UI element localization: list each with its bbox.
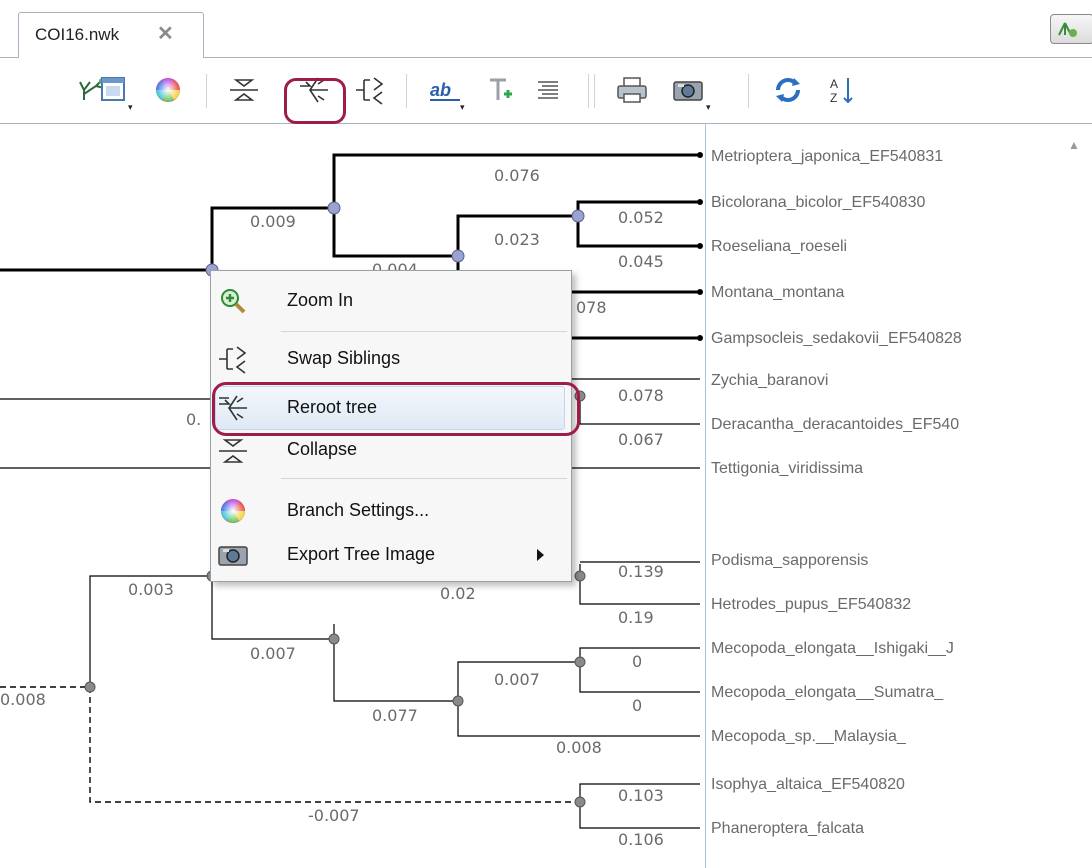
color-wheel-icon xyxy=(217,495,249,527)
menu-item-label: Branch Settings... xyxy=(287,500,430,520)
tab-coi16[interactable]: COI16.nwk ✕ xyxy=(18,12,204,58)
align-icon[interactable] xyxy=(530,72,566,108)
branch-length-label: 0.007 xyxy=(250,644,296,663)
leaf-label[interactable]: Montana_montana xyxy=(711,284,844,302)
branch xyxy=(333,639,458,702)
leaf-label[interactable]: Tettigonia_viridissima xyxy=(711,460,863,478)
leaf-label[interactable]: Isophya_altaica_EF540820 xyxy=(711,776,905,794)
branch-length-label: 0.008 xyxy=(0,690,46,709)
branch-length-label: 0.078 xyxy=(618,386,664,405)
tree-layout-icon xyxy=(1058,22,1077,37)
ab-labels-icon[interactable]: ab xyxy=(428,72,464,108)
branch-length-label: 0 xyxy=(632,652,643,671)
branch-length-label: 0. xyxy=(186,410,202,429)
menu-item-branch-settings[interactable]: Branch Settings... xyxy=(211,489,571,533)
leaf-label[interactable]: Mecopoda_sp.__Malaysia_ xyxy=(711,728,906,746)
menu-item-label: Swap Siblings xyxy=(287,348,401,368)
branch-length-label: 0.009 xyxy=(250,212,296,231)
submenu-arrow-icon xyxy=(537,549,544,561)
menu-item-label: Export Tree Image xyxy=(287,544,436,564)
branch-length-label: 0.008 xyxy=(556,738,602,757)
branch-length-label: 078 xyxy=(576,298,607,317)
branch-length-label: 0.045 xyxy=(618,252,664,271)
camera-icon[interactable] xyxy=(670,72,706,108)
tree-node xyxy=(574,656,586,668)
leaf-label[interactable]: Zychia_baranovi xyxy=(711,372,828,390)
tree-node xyxy=(574,570,586,582)
scroll-up-arrow[interactable]: ▲ xyxy=(1068,138,1080,152)
branch-length-label: 0.103 xyxy=(618,786,664,805)
branch-length-label: 0.003 xyxy=(128,580,174,599)
branch-length-label: -0.007 xyxy=(308,806,360,825)
tree-node xyxy=(571,209,585,223)
window-dropdown-icon[interactable] xyxy=(96,72,132,108)
camera-icon xyxy=(217,539,249,571)
leaf-guide-line xyxy=(705,124,706,868)
color-wheel-icon[interactable] xyxy=(150,72,186,108)
swap-siblings-icon xyxy=(217,343,249,375)
reroot-menu-highlight-box xyxy=(212,382,580,436)
dashed-branch xyxy=(89,687,580,803)
reroot-highlight-box xyxy=(284,78,346,124)
leaf-label[interactable]: Metrioptera_japonica_EF540831 xyxy=(711,148,943,166)
branch xyxy=(332,208,458,258)
leaf-label[interactable]: Mecopoda_elongata__Ishigaki__J xyxy=(711,640,954,658)
branch-length-label: 0.052 xyxy=(618,208,664,227)
menu-item-label: Collapse xyxy=(287,439,358,459)
leaf-label[interactable]: Gampsocleis_sedakovii_EF540828 xyxy=(711,330,962,348)
sort-az-icon[interactable]: AZ xyxy=(826,72,862,108)
leaf-label[interactable]: Podisma_sapporensis xyxy=(711,552,868,570)
leaf-label[interactable]: Roeseliana_roeseli xyxy=(711,238,847,256)
branch-length-label: 0.02 xyxy=(440,584,476,603)
branch-length-label: 0.139 xyxy=(618,562,664,581)
menu-item-zoom-in[interactable]: Zoom In xyxy=(211,279,571,323)
branch-length-label: 0.076 xyxy=(494,166,540,185)
branch-length-label: 0.19 xyxy=(618,608,654,627)
add-text-icon[interactable] xyxy=(484,72,520,108)
zoom-in-icon xyxy=(217,285,249,317)
tree-view-button[interactable] xyxy=(1050,14,1092,44)
tree-node xyxy=(451,249,465,263)
leaf-label[interactable]: Phaneroptera_falcata xyxy=(711,820,864,838)
svg-text:A: A xyxy=(830,77,838,91)
tab-bar: COI16.nwk ✕ xyxy=(0,0,1092,58)
leaf-label[interactable]: Bicolorana_bicolor_EF540830 xyxy=(711,194,925,212)
branch-length-label: 0.077 xyxy=(372,706,418,725)
tree-node xyxy=(574,796,586,808)
leaf-label[interactable]: Hetrodes_pupus_EF540832 xyxy=(711,596,911,614)
branch-length-label: 0.023 xyxy=(494,230,540,249)
swap-siblings-icon[interactable] xyxy=(352,72,388,108)
tree-node xyxy=(84,681,96,693)
branch-length-label: 0 xyxy=(632,696,643,715)
print-icon[interactable] xyxy=(614,72,650,108)
branch-length-label: 0.106 xyxy=(618,830,664,849)
menu-item-swap-siblings[interactable]: Swap Siblings xyxy=(211,337,571,381)
toolbar: ▾ ab ▾ ▾ AZ xyxy=(0,58,1092,124)
tab-title: COI16.nwk xyxy=(35,25,120,44)
leaf-label[interactable]: Deracantha_deracantoides_EF540 xyxy=(711,416,959,434)
collapse-icon[interactable] xyxy=(226,72,262,108)
tree-node xyxy=(327,201,341,215)
tree-node xyxy=(328,633,340,645)
menu-item-export-tree-image[interactable]: Export Tree Image xyxy=(211,533,571,577)
branch xyxy=(211,576,334,640)
menu-item-label: Zoom In xyxy=(287,290,354,310)
refresh-icon[interactable] xyxy=(770,72,806,108)
svg-text:ab: ab xyxy=(430,80,451,100)
collapse-icon xyxy=(217,434,249,466)
svg-text:Z: Z xyxy=(830,91,837,105)
close-icon[interactable]: ✕ xyxy=(157,24,174,44)
leaf-label[interactable]: Mecopoda_elongata__Sumatra_ xyxy=(711,684,943,702)
branch xyxy=(457,701,700,737)
branch-length-label: 0.007 xyxy=(494,670,540,689)
tree-node xyxy=(452,695,464,707)
branch xyxy=(579,816,700,829)
branch-length-label: 0.067 xyxy=(618,430,664,449)
